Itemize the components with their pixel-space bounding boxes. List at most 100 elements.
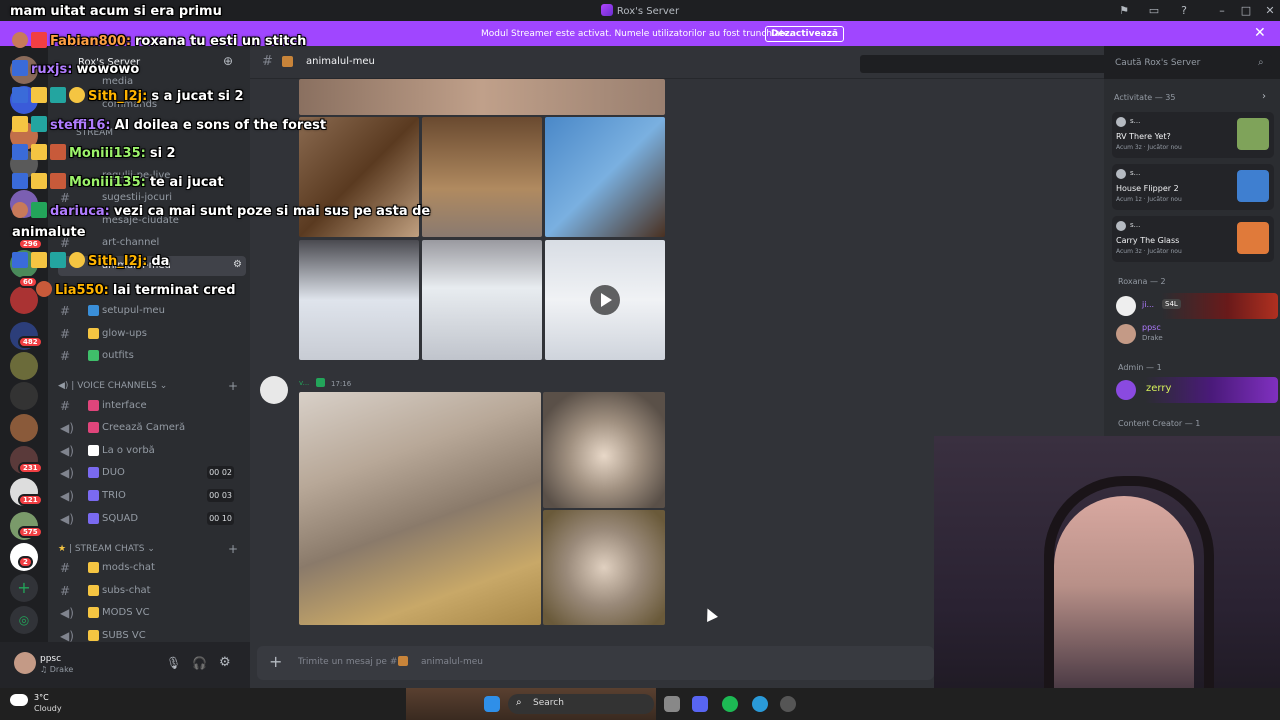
channel-interface[interactable]: # interface: [58, 396, 246, 416]
spotify-icon[interactable]: [722, 696, 738, 712]
badge-icon: [12, 87, 28, 103]
cat-photo[interactable]: [543, 392, 665, 508]
server-badge: 482: [18, 336, 43, 348]
speaker-icon: ◀): [60, 444, 74, 458]
speech-bubble-icon: [88, 445, 99, 456]
channel-duo[interactable]: ◀) DUO 00 02: [58, 463, 246, 483]
taskbar: 3°C Cloudy ⌕ Search: [0, 688, 1280, 720]
maximize-icon[interactable]: □: [1238, 3, 1254, 19]
channel-art-channel[interactable]: # art-channel: [58, 233, 246, 253]
server-icon[interactable]: [10, 286, 38, 314]
server-list: 296 60 482 231 121 575 2 + ◎: [0, 46, 48, 688]
edge-icon[interactable]: [752, 696, 768, 712]
obs-icon[interactable]: [780, 696, 796, 712]
star-icon: ★: [58, 544, 67, 554]
add-server-icon[interactable]: +: [10, 574, 38, 602]
dog-photo[interactable]: [545, 117, 665, 237]
play-button[interactable]: [590, 285, 620, 315]
gamepad-icon: [88, 490, 99, 501]
stream-chat-line: Moniii135: si 2: [12, 144, 176, 161]
image-attachment[interactable]: [299, 79, 665, 115]
phone-icon: [88, 422, 99, 433]
server-icon[interactable]: [10, 352, 38, 380]
user-limit: 00 10: [207, 512, 234, 525]
channel-creeaza-camera[interactable]: ◀) Creează Cameră: [58, 418, 246, 438]
monitor-icon[interactable]: ▭: [1146, 3, 1162, 19]
channel-outfits[interactable]: # outfits: [58, 346, 246, 366]
shirt-icon: [88, 350, 99, 361]
channel-la-o-vorba[interactable]: ◀) La o vorbă: [58, 441, 246, 461]
channel-subs-chat[interactable]: # subs-chat: [58, 581, 246, 601]
badge-icon: [31, 202, 47, 218]
avatar: [36, 281, 52, 297]
dog-video[interactable]: [545, 240, 665, 360]
hash-icon: #: [60, 349, 71, 363]
crown-icon: [12, 116, 28, 132]
badge-icon: [50, 144, 66, 160]
stream-chat-line: Moniii135: te ai jucat: [12, 173, 224, 190]
channel-trio[interactable]: ◀) TRIO 00 03: [58, 486, 246, 506]
avatar: [1116, 117, 1126, 127]
crown-icon: [31, 87, 47, 103]
dog-photo[interactable]: [422, 117, 542, 237]
dog-photo[interactable]: [422, 240, 542, 360]
close-window-icon[interactable]: ✕: [1262, 3, 1278, 19]
weather-text[interactable]: Cloudy: [34, 704, 62, 713]
settings-icon[interactable]: ⚙: [233, 259, 242, 270]
add-channel-icon[interactable]: +: [228, 379, 238, 393]
user-settings-icon[interactable]: ⚙: [219, 655, 231, 670]
file-explorer-icon[interactable]: [664, 696, 680, 712]
inbox-icon[interactable]: ⚑: [1116, 3, 1132, 19]
message-composer[interactable]: + Trimite un mesaj pe # animalul-meu: [257, 646, 934, 680]
group-admin: Admin — 1: [1118, 363, 1162, 372]
channel-setupul-meu[interactable]: # setupul-meu: [58, 301, 246, 321]
activity-card[interactable]: s... Carry The Glass Acum 3z · Jucător n…: [1112, 216, 1274, 262]
category-stream-chats[interactable]: ★ | STREAM CHATS ⌄: [58, 544, 155, 554]
disable-streamer-button[interactable]: Dezactivează: [765, 26, 844, 42]
member-row[interactable]: ji... S4L: [1112, 293, 1278, 319]
cat-photo[interactable]: [299, 392, 541, 625]
banner-close-icon[interactable]: ✕: [1254, 25, 1266, 41]
dog-photo[interactable]: [299, 240, 419, 360]
laptop-icon: [88, 305, 99, 316]
server-logo-icon: [600, 4, 613, 16]
dog-photo[interactable]: [299, 117, 419, 237]
badge-icon: [69, 87, 85, 103]
discord-icon[interactable]: [692, 696, 708, 712]
start-icon[interactable]: [484, 696, 500, 712]
avatar[interactable]: [260, 376, 288, 404]
explore-icon[interactable]: ◎: [10, 606, 38, 634]
channel-sidebar: Rox's Server ⊕ media commands STREAM reg…: [48, 46, 250, 643]
avatar[interactable]: [14, 652, 36, 674]
chevron-right-icon[interactable]: ›: [1262, 91, 1266, 102]
activity-card[interactable]: s... House Flipper 2 Acum 1z · Jucător n…: [1112, 164, 1274, 210]
add-friend-icon[interactable]: ⊕: [223, 54, 233, 68]
message-author[interactable]: v...: [299, 379, 309, 387]
channel-glow-ups[interactable]: # glow-ups: [58, 324, 246, 344]
composer-channel: animalul-meu: [421, 657, 483, 667]
weather-temp[interactable]: 3°C: [34, 693, 49, 702]
activity-card[interactable]: s... RV There Yet? Acum 3z · Jucător nou: [1112, 112, 1274, 158]
help-icon[interactable]: ?: [1176, 3, 1192, 19]
add-channel-icon[interactable]: +: [228, 542, 238, 556]
member-row[interactable]: ppsc Drake: [1112, 321, 1278, 347]
search-input[interactable]: Caută Rox's Server ⌕: [860, 55, 1272, 73]
taskbar-search[interactable]: ⌕ Search: [508, 694, 654, 714]
server-icon[interactable]: [10, 382, 38, 410]
cat-photo[interactable]: [543, 510, 665, 625]
attach-icon[interactable]: +: [269, 652, 282, 671]
server-badge: 2: [18, 556, 33, 568]
channel-mods-vc[interactable]: ◀) MODS VC: [58, 603, 246, 623]
channel-mods-chat[interactable]: # mods-chat: [58, 558, 246, 578]
stream-chat-line: Lia550: lai terminat cred: [36, 281, 236, 298]
user-limit: 00 02: [207, 466, 234, 479]
minimize-icon[interactable]: –: [1214, 3, 1230, 19]
category-voice[interactable]: ◀) | VOICE CHANNELS ⌄: [58, 381, 167, 391]
server-icon[interactable]: [10, 414, 38, 442]
microphone-icon[interactable]: 🎙: [166, 656, 181, 670]
channel-squad[interactable]: ◀) SQUAD 00 10: [58, 509, 246, 529]
server-badge: 231: [18, 462, 43, 474]
member-row[interactable]: zerry: [1112, 377, 1278, 403]
badge-icon: [12, 252, 28, 268]
headphones-icon[interactable]: 🎧: [192, 656, 207, 670]
